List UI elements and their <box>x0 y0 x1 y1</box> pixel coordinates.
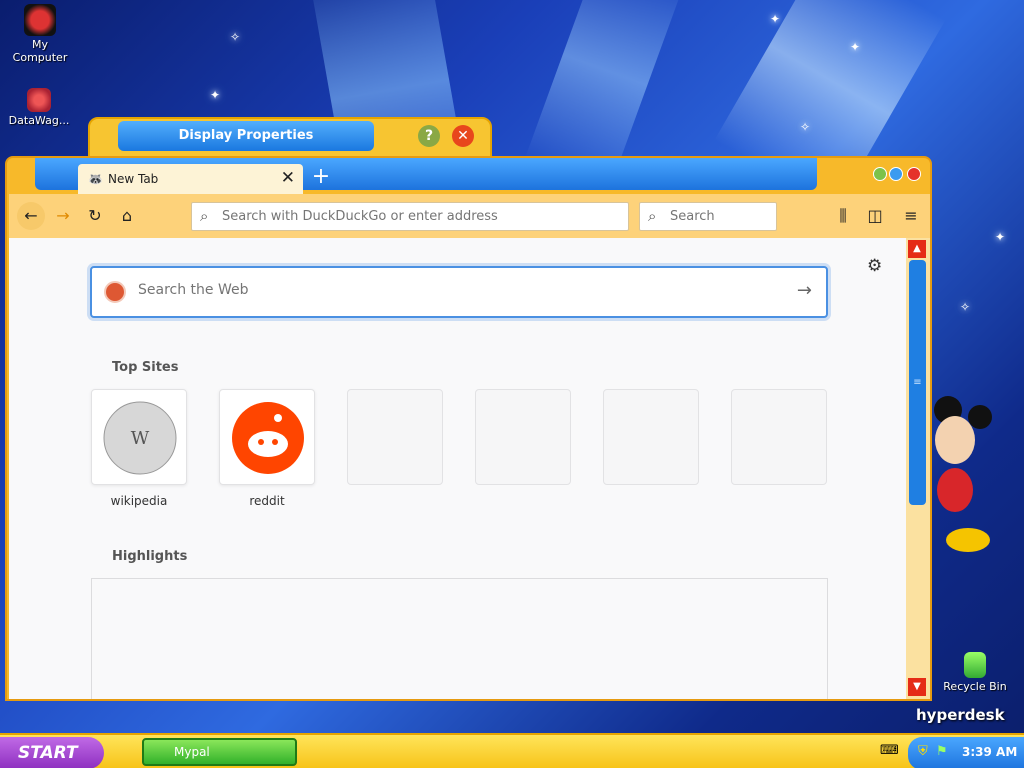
address-input[interactable] <box>222 209 622 224</box>
desktop-icon-recycle-bin[interactable]: Recycle Bin <box>940 652 1010 693</box>
sparkle-icon: ✧ <box>960 300 971 314</box>
sparkle-icon: ✧ <box>800 120 811 134</box>
navigation-toolbar: ← → ↻ ⌂ ⌕ ⌕ ⫼ ◫ ≡ <box>9 194 930 238</box>
taskbar-item-label: Mypal <box>174 745 210 759</box>
close-window-button[interactable] <box>907 167 921 181</box>
scroll-down-icon[interactable]: ▼ <box>908 678 926 696</box>
desktop-icon-datawag[interactable]: DataWag... <box>4 88 74 127</box>
library-icon: ⫼ <box>839 206 847 225</box>
highlights-panel <box>91 578 828 699</box>
help-button[interactable]: ? <box>418 125 440 147</box>
desktop-icon-label: Recycle Bin <box>943 680 1007 693</box>
wikipedia-icon: W <box>103 401 177 475</box>
taskbar-item-mypal[interactable]: Mypal <box>142 738 297 766</box>
recycle-bin-icon <box>964 652 986 678</box>
sparkle-icon: ✧ <box>230 30 241 44</box>
maximize-button[interactable] <box>889 167 903 181</box>
arrow-right-icon[interactable]: → <box>797 280 812 301</box>
mickey-wallpaper-figure <box>934 396 992 552</box>
close-button[interactable]: ✕ <box>452 125 474 147</box>
arrow-left-icon: ← <box>24 206 38 225</box>
web-search-box[interactable]: → <box>90 266 828 318</box>
web-search-input[interactable] <box>138 282 738 298</box>
top-site-tile-empty[interactable] <box>475 389 571 485</box>
tab-new-tab[interactable]: 🦝 New Tab ✕ <box>78 164 303 194</box>
computer-icon <box>24 4 56 36</box>
minimize-button[interactable] <box>873 167 887 181</box>
display-properties-window[interactable]: Display Properties ? ✕ <box>88 117 492 161</box>
hyperdesk-logo: hyperdesk <box>916 706 1005 724</box>
address-bar[interactable]: ⌕ <box>191 202 629 231</box>
desktop-icon-my-computer[interactable]: My Computer <box>5 4 75 64</box>
window-title: Display Properties <box>118 121 374 151</box>
desktop-icon-label: DataWag... <box>8 114 70 127</box>
shortcut-icon <box>27 88 51 112</box>
top-site-label: wikipedia <box>110 494 168 508</box>
vertical-scrollbar[interactable]: ▲ ≡ ▼ <box>906 238 930 699</box>
scrollbar-thumb[interactable]: ≡ <box>909 260 926 505</box>
arrow-right-icon: → <box>56 206 70 225</box>
search-icon: ⌕ <box>200 207 209 225</box>
reddit-icon <box>232 402 304 474</box>
scroll-up-icon[interactable]: ▲ <box>908 240 926 258</box>
back-button[interactable]: ← <box>17 202 45 230</box>
reload-icon: ↻ <box>88 206 102 225</box>
hamburger-menu-icon: ≡ <box>904 206 918 225</box>
taskbar: START Mypal ⌨ ⛨ ⚑ 3:39 AM <box>0 733 1024 768</box>
sparkle-icon: ✦ <box>210 88 221 102</box>
highlights-heading: Highlights <box>112 549 188 564</box>
tab-strip: 🦝 New Tab ✕ + <box>35 158 817 194</box>
top-sites-heading: Top Sites <box>112 360 179 375</box>
top-site-tile-wikipedia[interactable]: W <box>91 389 187 485</box>
forward-button[interactable]: → <box>49 202 77 230</box>
new-tab-button[interactable]: + <box>309 165 333 189</box>
tab-close-icon[interactable]: ✕ <box>281 168 295 188</box>
duckduckgo-icon <box>104 281 126 303</box>
start-button[interactable]: START <box>0 737 104 768</box>
menu-button[interactable]: ≡ <box>897 202 925 230</box>
sparkle-icon: ✦ <box>770 12 781 26</box>
home-button[interactable]: ⌂ <box>113 202 141 230</box>
clock[interactable]: 3:39 AM <box>962 745 1017 759</box>
tab-title: New Tab <box>108 172 159 186</box>
top-site-tile-reddit[interactable] <box>219 389 315 485</box>
home-icon: ⌂ <box>121 206 133 225</box>
browser-window: 🦝 New Tab ✕ + ← → ↻ ⌂ ⌕ ⌕ ⫼ ◫ ≡ ⚙ → Top … <box>5 156 932 701</box>
top-site-tile-empty[interactable] <box>731 389 827 485</box>
shield-icon[interactable]: ⛨ <box>918 744 928 759</box>
new-tab-page: ⚙ → Top Sites W wikipedia reddit <box>9 238 906 699</box>
keyboard-icon[interactable]: ⌨ <box>880 743 899 758</box>
library-button[interactable]: ⫼ <box>829 202 857 230</box>
search-input[interactable] <box>670 209 770 224</box>
sparkle-icon: ✦ <box>850 40 861 54</box>
mypal-icon: 🦝 <box>88 172 103 186</box>
svg-text:W: W <box>131 428 150 449</box>
top-site-tile-empty[interactable] <box>347 389 443 485</box>
sidebar-button[interactable]: ◫ <box>861 202 889 230</box>
sparkle-icon: ✦ <box>995 230 1006 244</box>
gear-icon[interactable]: ⚙ <box>867 256 882 276</box>
search-bar[interactable]: ⌕ <box>639 202 777 231</box>
reload-button[interactable]: ↻ <box>81 202 109 230</box>
top-site-label: reddit <box>249 494 285 508</box>
sidebar-icon: ◫ <box>867 206 883 225</box>
network-icon[interactable]: ⚑ <box>936 744 948 759</box>
desktop-icon-label: My Computer <box>12 38 68 64</box>
search-icon: ⌕ <box>648 207 657 225</box>
system-tray: ⛨ ⚑ 3:39 AM <box>908 737 1024 768</box>
top-site-tile-empty[interactable] <box>603 389 699 485</box>
